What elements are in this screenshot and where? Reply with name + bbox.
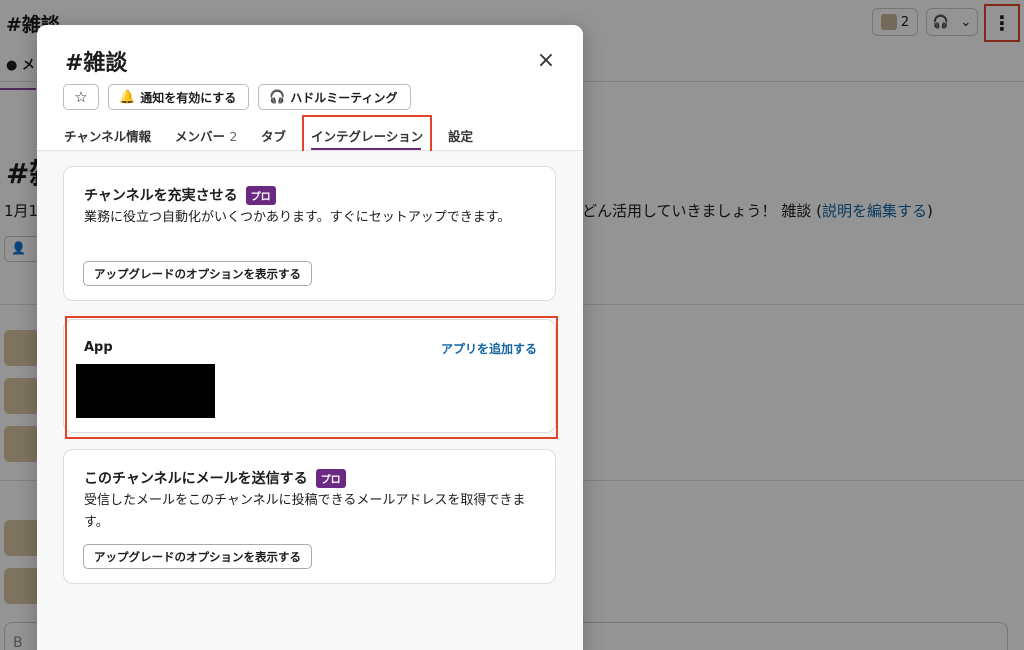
card-title: このチャンネルにメールを送信する プロ <box>84 468 346 488</box>
enable-notifications-button[interactable]: 🔔 通知を有効にする <box>108 84 249 110</box>
view-upgrade-options-button[interactable]: アップグレードのオプションを表示する <box>83 544 312 569</box>
tab-channel-info[interactable]: チャンネル情報 <box>64 126 151 145</box>
tab-members[interactable]: メンバー 2 <box>175 126 237 145</box>
email-channel-card: このチャンネルにメールを送信する プロ 受信したメールをこのチャンネルに投稿でき… <box>63 449 556 584</box>
star-button[interactable]: ☆ <box>63 84 99 110</box>
integrations-panel: チャンネルを充実させる プロ 業務に役立つ自動化がいくつかあります。すぐにセット… <box>37 151 583 650</box>
members-count: 2 <box>229 129 238 144</box>
channel-details-modal: #雑談 × ☆ 🔔 通知を有効にする 🎧 ハドルミーティング チャンネル情報 メ… <box>37 25 583 650</box>
modal-title: #雑談 <box>65 51 128 76</box>
card-description: 業務に役立つ自動化がいくつかあります。すぐにセットアップできます。 <box>84 210 511 225</box>
tab-tabs[interactable]: タブ <box>261 126 286 145</box>
close-icon[interactable]: × <box>533 47 559 73</box>
huddle-label: ハドルミーティング <box>290 90 398 105</box>
star-icon: ☆ <box>74 88 88 106</box>
enrich-channel-card: チャンネルを充実させる プロ 業務に役立つ自動化がいくつかあります。すぐにセット… <box>63 166 556 301</box>
bell-icon: 🔔 <box>119 89 136 105</box>
modal-header: #雑談 × ☆ 🔔 通知を有効にする 🎧 ハドルミーティング チャンネル情報 メ… <box>37 25 583 155</box>
notify-label: 通知を有効にする <box>140 90 237 105</box>
highlight-box <box>302 115 432 155</box>
headphones-icon: 🎧 <box>269 89 286 105</box>
huddle-button[interactable]: 🎧 ハドルミーティング <box>258 84 411 110</box>
view-upgrade-options-button[interactable]: アップグレードのオプションを表示する <box>83 261 312 286</box>
card-description: 受信したメールをこのチャンネルに投稿できるメールアドレスを取得できます。 <box>84 493 526 530</box>
pro-badge: プロ <box>245 185 276 205</box>
card-title: チャンネルを充実させる プロ <box>84 185 276 205</box>
tab-settings[interactable]: 設定 <box>448 126 473 145</box>
highlight-box <box>65 316 558 439</box>
pro-badge: プロ <box>315 468 346 488</box>
